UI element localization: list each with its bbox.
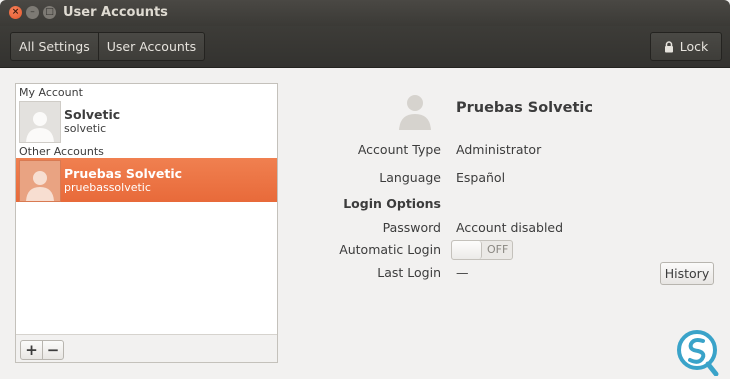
account-row-solvetic[interactable]: Solvetic solvetic (16, 99, 277, 143)
title-bar: × – □ User Accounts (0, 0, 730, 26)
account-type-label: Account Type (357, 142, 441, 157)
user-avatar-icon (19, 160, 61, 202)
solvetic-watermark-logo (672, 328, 722, 377)
last-login-value: — (456, 265, 469, 280)
last-login-label: Last Login (377, 265, 441, 280)
language-value[interactable]: Español (456, 170, 505, 185)
breadcrumb-user-accounts[interactable]: User Accounts (97, 33, 204, 60)
accounts-panel: My Account Solvetic solvetic Other Accou… (15, 83, 278, 363)
breadcrumb-all-settings[interactable]: All Settings (11, 33, 98, 60)
add-remove-group: + − (20, 340, 64, 360)
account-username: solvetic (64, 122, 107, 135)
maximize-window-button[interactable]: □ (43, 6, 56, 19)
close-window-button[interactable]: × (9, 6, 22, 19)
language-label: Language (379, 170, 441, 185)
password-label: Password (382, 220, 441, 235)
minimize-window-button[interactable]: – (26, 6, 39, 19)
login-options-heading: Login Options (343, 196, 441, 211)
lock-icon (664, 40, 673, 52)
automatic-login-label: Automatic Login (339, 242, 441, 257)
lock-label: Lock (679, 39, 709, 54)
remove-user-button[interactable]: − (42, 341, 63, 359)
account-name: Solvetic (64, 107, 121, 122)
lock-button[interactable]: Lock (650, 32, 722, 61)
account-type-value[interactable]: Administrator (456, 142, 541, 157)
list-toolbar: + − (16, 334, 277, 362)
account-row-pruebas-solvetic[interactable]: Pruebas Solvetic pruebassolvetic (16, 158, 277, 202)
accounts-list: My Account Solvetic solvetic Other Accou… (16, 84, 277, 334)
header-toolbar: All Settings User Accounts Lock (0, 26, 730, 68)
maximize-icon: □ (45, 7, 54, 17)
automatic-login-toggle[interactable]: OFF (451, 240, 513, 260)
account-name: Pruebas Solvetic (64, 166, 183, 181)
my-account-heading: My Account (19, 86, 83, 99)
add-user-button[interactable]: + (21, 341, 42, 359)
user-avatar-icon (19, 101, 61, 143)
selected-user-avatar-icon[interactable] (395, 90, 435, 130)
user-full-name[interactable]: Pruebas Solvetic (456, 100, 593, 116)
breadcrumb: All Settings User Accounts (10, 32, 206, 61)
password-value[interactable]: Account disabled (456, 220, 563, 235)
toggle-knob (452, 241, 482, 259)
close-icon: × (11, 7, 20, 17)
window-title: User Accounts (63, 5, 168, 20)
other-accounts-heading: Other Accounts (19, 145, 104, 158)
account-username: pruebassolvetic (64, 181, 151, 194)
history-button[interactable]: History (660, 262, 714, 285)
user-accounts-window: × – □ User Accounts All Settings User Ac… (0, 0, 730, 379)
minimize-icon: – (30, 7, 35, 17)
toggle-state-label: OFF (487, 243, 509, 256)
